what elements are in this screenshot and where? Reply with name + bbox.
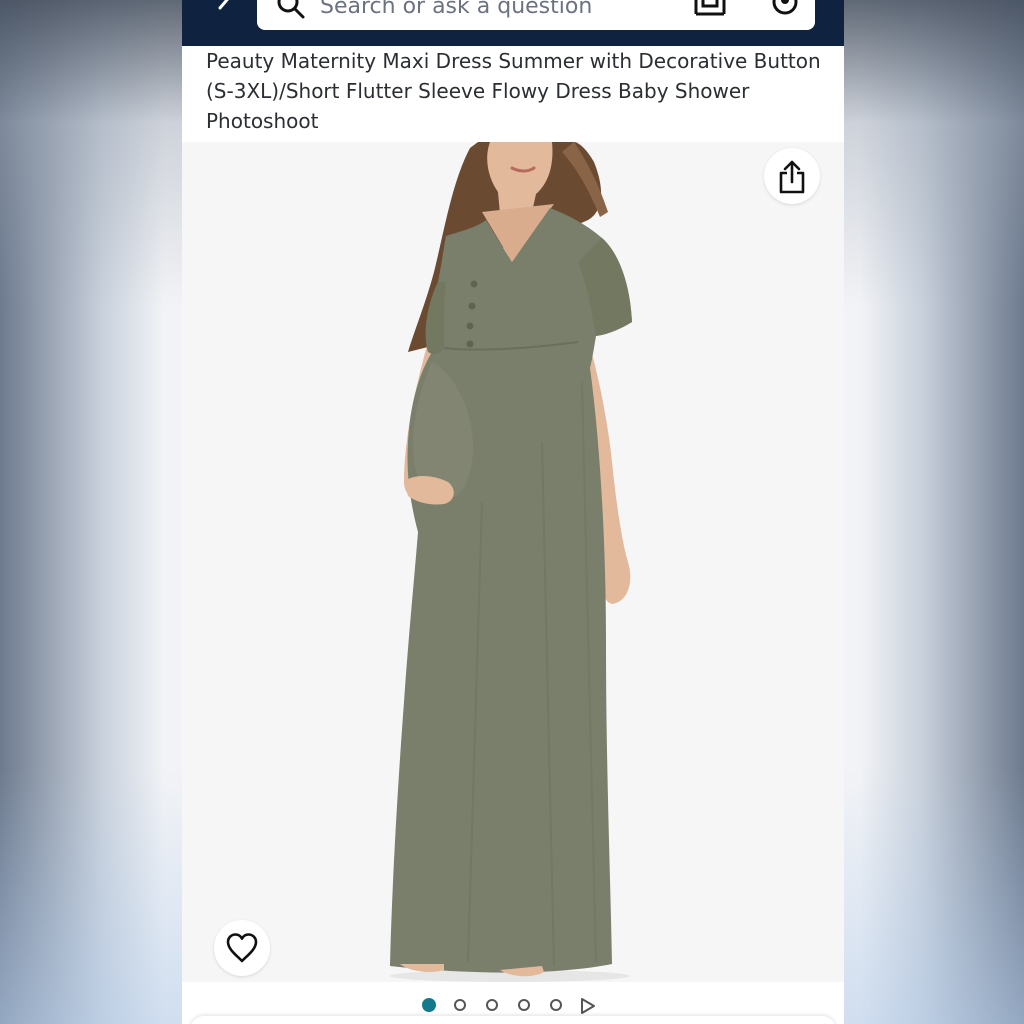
camera-lens-icon[interactable] xyxy=(693,0,727,22)
search-bar[interactable]: Search or ask a question xyxy=(257,0,815,30)
pagination-dot-5[interactable] xyxy=(550,999,562,1011)
add-to-wishlist-button[interactable] xyxy=(214,920,270,976)
share-icon xyxy=(779,160,805,194)
back-arrow-icon xyxy=(218,0,229,10)
pagination-dot-1[interactable] xyxy=(422,998,436,1012)
microphone-icon[interactable] xyxy=(769,0,801,22)
product-photo[interactable] xyxy=(182,142,844,982)
image-pagination-dots xyxy=(182,994,844,1018)
pagination-dot-3[interactable] xyxy=(486,999,498,1011)
app-screen: Search or ask a question Peauty Maternit… xyxy=(182,0,844,1024)
search-placeholder: Search or ask a question xyxy=(320,0,593,19)
share-button[interactable] xyxy=(764,148,820,204)
bottom-sheet-card xyxy=(190,1016,836,1024)
search-icon xyxy=(277,0,305,19)
back-button[interactable] xyxy=(196,0,236,18)
heart-icon xyxy=(226,933,258,963)
product-image-gallery[interactable] xyxy=(182,142,844,982)
pagination-dot-4[interactable] xyxy=(518,999,530,1011)
play-icon[interactable] xyxy=(580,998,596,1014)
top-navigation-bar: Search or ask a question xyxy=(182,0,844,46)
pagination-dot-2[interactable] xyxy=(454,999,466,1011)
product-title[interactable]: Peauty Maternity Maxi Dress Summer with … xyxy=(206,46,826,136)
